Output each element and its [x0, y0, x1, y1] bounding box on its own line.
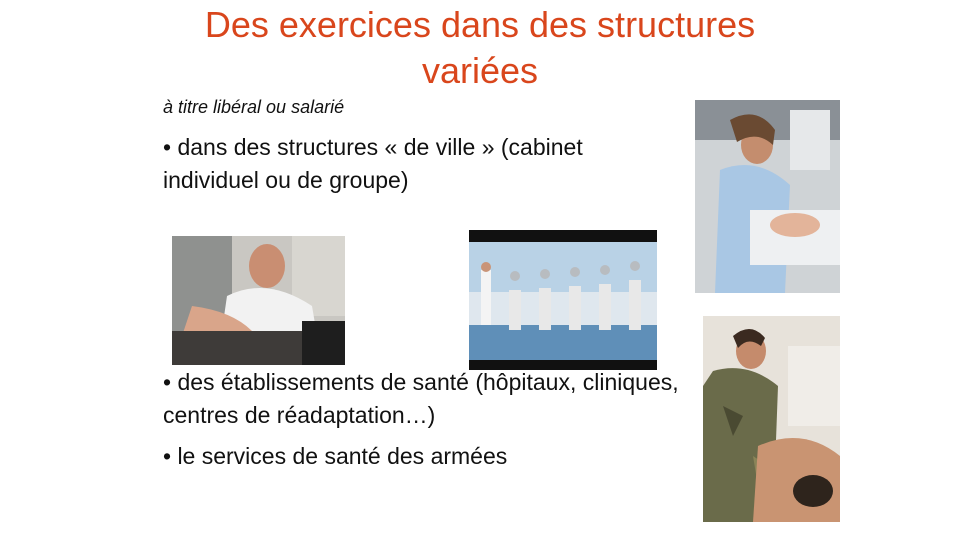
physio-cabinet-photo	[172, 236, 345, 365]
rehab-gym-photo	[469, 230, 657, 370]
military-massage-photo	[703, 316, 840, 522]
bullet-ville: • dans des structures « de ville » (cabi…	[163, 134, 583, 193]
slide-title-line2: variées	[421, 50, 539, 91]
neonatal-care-photo	[695, 100, 840, 293]
slide-subtitle: à titre libéral ou salarié	[163, 97, 345, 117]
slide-title-line1: Des exercices dans des structures	[204, 4, 756, 45]
slide-title: Des exercices dans des structures variée…	[0, 2, 960, 94]
bullet-etablissements: • des établissements de santé (hôpitaux,…	[163, 369, 679, 428]
bullet-armees: • le services de santé des armées	[163, 443, 508, 469]
